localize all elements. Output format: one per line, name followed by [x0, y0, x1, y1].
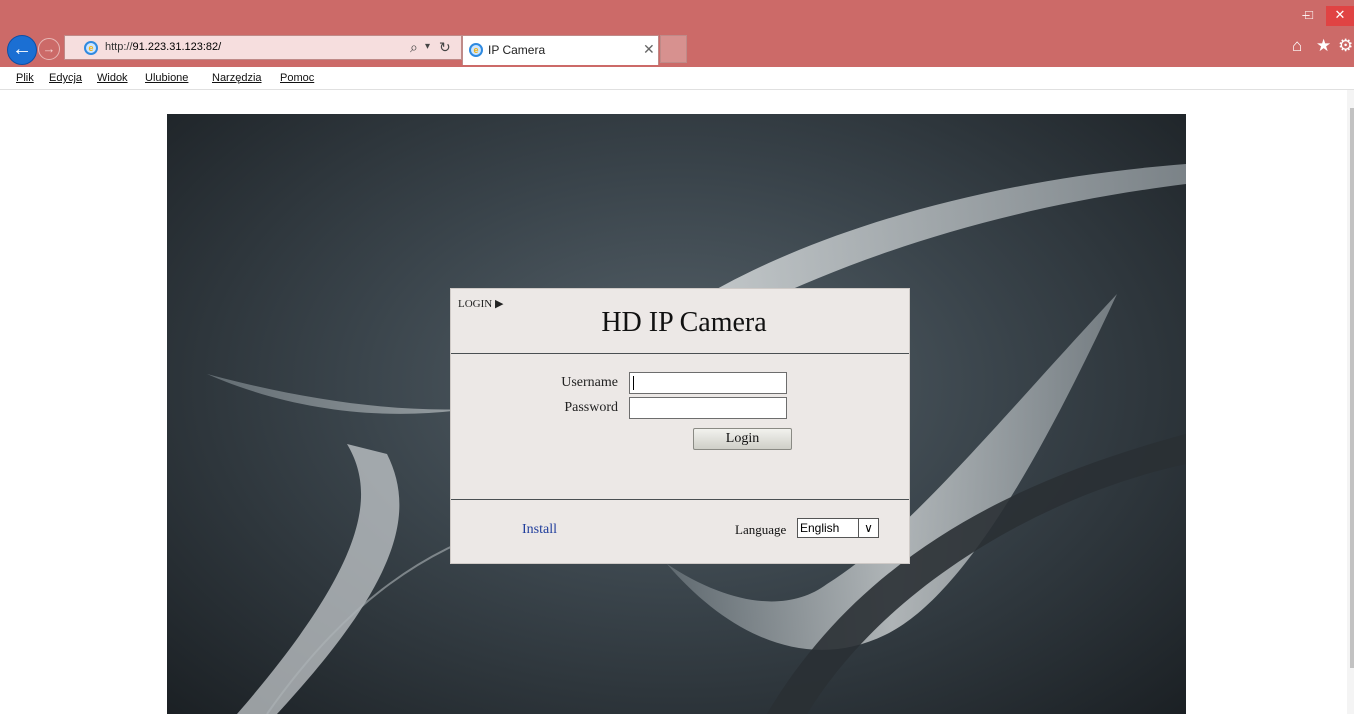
ie-logo-icon: e — [84, 41, 98, 55]
url-host: 91.223.31.123:82/ — [132, 41, 222, 53]
language-select[interactable]: English ∨ — [797, 518, 879, 538]
menu-item-pomoc[interactable]: Pomoc — [280, 72, 314, 84]
language-label: Language — [735, 522, 787, 537]
forward-arrow-icon[interactable]: → — [38, 38, 60, 60]
menu-item-widok[interactable]: Widok — [97, 72, 128, 84]
maximize-button[interactable]: □ — [1298, 6, 1320, 26]
tab-close-icon[interactable]: ✕ — [643, 41, 655, 58]
login-panel: LOGIN ▶ HD IP Camera Username Password L… — [450, 288, 910, 564]
divider — [451, 353, 909, 354]
install-link[interactable]: Install — [522, 522, 557, 538]
divider — [451, 499, 909, 500]
back-arrow-icon[interactable]: ← — [7, 35, 37, 65]
menu-item-narzedzia[interactable]: Narzędzia — [212, 72, 262, 84]
star-icon[interactable]: ★ — [1316, 36, 1331, 56]
dropdown-icon[interactable]: ▾ — [425, 41, 430, 52]
ie-logo-icon: e — [469, 43, 483, 57]
menu-item-plik[interactable]: Plik — [16, 72, 34, 84]
address-url[interactable]: http://91.223.31.123:82/ — [105, 41, 221, 53]
scrollbar-thumb[interactable] — [1350, 108, 1354, 668]
gear-icon[interactable]: ⚙ — [1338, 36, 1353, 56]
menu-bar: Plik Edycja Widok Ulubione Narzędzia Pom… — [0, 67, 1354, 90]
new-tab-button[interactable] — [660, 35, 687, 63]
tab-title: IP Camera — [488, 43, 546, 57]
url-scheme: http:// — [105, 41, 133, 53]
tab-ip-camera[interactable]: e IP Camera ✕ — [462, 35, 659, 65]
menu-item-ulubione[interactable]: Ulubione — [145, 72, 188, 84]
username-label: Username — [561, 375, 618, 390]
address-bar[interactable]: e http://91.223.31.123:82/ ⌕ ▾ ↻ — [64, 35, 462, 60]
search-icon[interactable]: ⌕ — [410, 39, 418, 56]
menu-item-edycja[interactable]: Edycja — [49, 72, 82, 84]
text-caret — [633, 376, 634, 390]
chevron-down-icon[interactable]: ∨ — [858, 519, 878, 537]
login-button[interactable]: Login — [693, 428, 792, 450]
language-value: English — [800, 521, 840, 535]
refresh-icon[interactable]: ↻ — [439, 39, 451, 56]
close-window-button[interactable]: ✕ — [1326, 6, 1354, 26]
page-title: HD IP Camera — [601, 307, 767, 338]
browser-titlebar: – □ ✕ ← → e http://91.223.31.123:82/ ⌕ ▾… — [0, 0, 1354, 67]
username-field[interactable] — [629, 372, 787, 394]
password-field[interactable] — [629, 397, 787, 419]
password-label: Password — [564, 400, 618, 415]
home-icon[interactable]: ⌂ — [1292, 36, 1302, 56]
